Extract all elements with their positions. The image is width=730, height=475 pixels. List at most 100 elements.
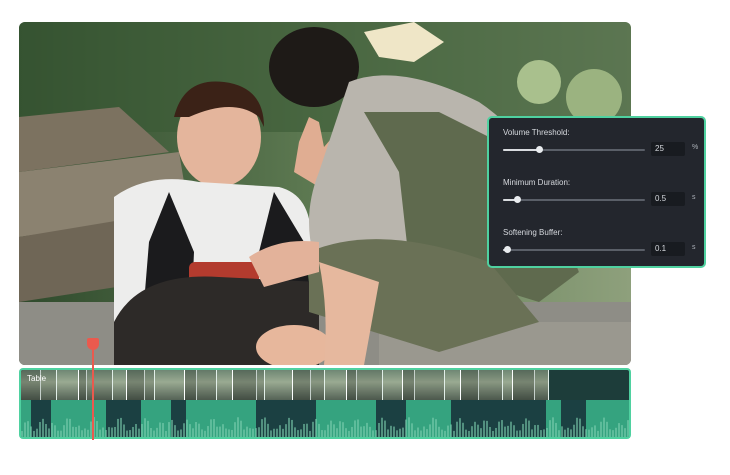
waveform-bar	[444, 430, 446, 437]
waveform-bar	[261, 419, 263, 437]
waveform-bar	[513, 425, 515, 437]
waveform-bar	[33, 430, 35, 437]
softening-buffer-input[interactable]: 0.1	[651, 242, 685, 256]
waveform-bar	[159, 422, 161, 437]
waveform-bar	[336, 428, 338, 437]
minimum-duration-knob[interactable]	[514, 196, 522, 203]
waveform-bar	[30, 426, 32, 437]
waveform-bar	[531, 429, 533, 437]
waveform-bar	[162, 423, 164, 437]
softening-buffer-unit: s	[692, 244, 696, 251]
waveform-bar	[564, 429, 566, 437]
clip-thumbnail	[57, 370, 79, 400]
waveform-bar	[84, 428, 86, 437]
waveform-bar	[426, 429, 428, 437]
waveform-bar	[447, 425, 449, 437]
timeline-track[interactable]: Table	[19, 368, 631, 439]
waveform-bar	[66, 418, 68, 437]
waveform-bar	[303, 423, 305, 437]
waveform-bar	[192, 428, 194, 437]
waveform-bar	[237, 417, 239, 437]
clip-thumbnail	[357, 370, 383, 400]
waveform-bar	[579, 418, 581, 437]
waveform-bar	[198, 423, 200, 437]
waveform-bar	[408, 417, 410, 437]
clip-thumbnail	[79, 370, 87, 400]
waveform-bar	[279, 425, 281, 437]
volume-threshold-input[interactable]: 25	[651, 142, 685, 156]
waveform-bar	[186, 419, 188, 437]
waveform-bar	[348, 430, 350, 437]
waveform-bar	[306, 423, 308, 437]
waveform-bar	[243, 429, 245, 437]
minimum-duration-slider[interactable]	[503, 196, 645, 203]
audio-waveform	[21, 400, 629, 437]
volume-threshold-knob[interactable]	[535, 146, 543, 153]
waveform-bar	[378, 423, 380, 437]
waveform-bar	[474, 421, 476, 437]
waveform-bar	[567, 427, 569, 437]
waveform-bar	[381, 417, 383, 437]
waveform-bar	[54, 425, 56, 437]
waveform-bar	[402, 427, 404, 437]
waveform-bar	[150, 427, 152, 437]
waveform-bar	[342, 422, 344, 437]
volume-threshold-slider[interactable]	[503, 146, 645, 153]
waveform-bar	[321, 430, 323, 437]
waveform-bar	[183, 423, 185, 437]
waveform-bar	[60, 430, 62, 437]
waveform-bar	[459, 418, 461, 437]
softening-buffer-knob[interactable]	[504, 246, 512, 253]
clip-thumbnail	[185, 370, 197, 400]
clip-thumbnail	[293, 370, 311, 400]
waveform-bar	[327, 424, 329, 437]
waveform-bar	[309, 430, 311, 437]
waveform-bar	[324, 430, 326, 437]
waveform-bar	[195, 421, 197, 437]
waveform-bar	[366, 422, 368, 437]
clip-thumbnail-strip[interactable]	[21, 370, 629, 400]
waveform-bar	[87, 429, 89, 437]
waveform-bar	[462, 422, 464, 437]
clip-thumbnail	[535, 370, 549, 400]
waveform-bar	[372, 430, 374, 437]
waveform-bar	[615, 427, 617, 437]
waveform-bar	[63, 425, 65, 437]
clip-thumbnail	[87, 370, 113, 400]
volume-threshold-unit: %	[692, 144, 699, 151]
waveform-bar	[540, 430, 542, 437]
clip-thumbnail	[513, 370, 535, 400]
waveform-bar	[351, 426, 353, 437]
minimum-duration-label: Minimum Duration:	[503, 178, 571, 187]
minimum-duration-input[interactable]: 0.5	[651, 192, 685, 206]
waveform-bar	[111, 427, 113, 437]
waveform-bar	[600, 421, 602, 437]
waveform-bar	[132, 426, 134, 437]
waveform-bar	[534, 425, 536, 437]
waveform-bar	[270, 430, 272, 437]
waveform-bar	[588, 429, 590, 437]
waveform-bar	[318, 423, 320, 437]
waveform-bar	[330, 420, 332, 437]
clip-thumbnail	[197, 370, 217, 400]
waveform-bar	[117, 418, 119, 437]
waveform-bar	[72, 426, 74, 437]
waveform-bar	[429, 424, 431, 437]
waveform-bar	[393, 426, 395, 437]
playhead-handle[interactable]	[87, 338, 99, 350]
waveform-bar	[252, 428, 254, 437]
waveform-bar	[333, 424, 335, 437]
clip-label: Table	[27, 374, 47, 383]
waveform-bar	[273, 428, 275, 437]
minimum-duration-unit: s	[692, 194, 696, 201]
softening-buffer-slider[interactable]	[503, 246, 645, 253]
waveform-bar	[528, 420, 530, 437]
clip-thumbnail	[145, 370, 155, 400]
waveform-bar	[453, 430, 455, 437]
waveform-bar	[501, 420, 503, 437]
waveform-bar	[507, 425, 509, 437]
clip-thumbnail	[311, 370, 325, 400]
playhead-line[interactable]	[92, 345, 94, 440]
clip-thumbnail	[257, 370, 265, 400]
waveform-bar	[471, 426, 473, 437]
